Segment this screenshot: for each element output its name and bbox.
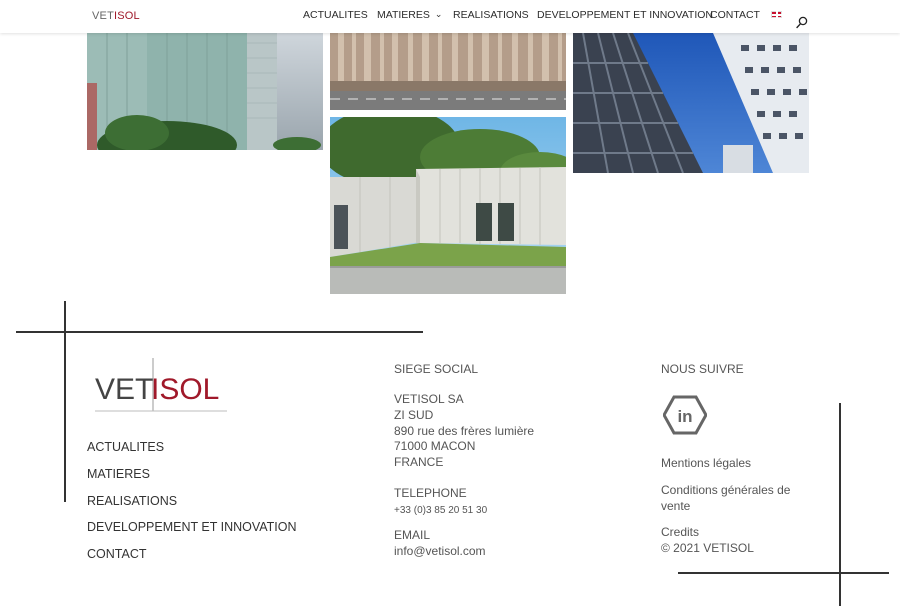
white-panel-pavilion[interactable]: [330, 117, 566, 294]
footer-link-developpement[interactable]: DEVELOPPEMENT ET INNOVATION: [87, 519, 297, 535]
mentions-legales-link[interactable]: Mentions légales: [661, 455, 751, 471]
footer-link-contact[interactable]: CONTACT: [87, 546, 147, 562]
nav-developpement[interactable]: DEVELOPPEMENT ET INNOVATION: [537, 9, 713, 22]
decorative-vertical-line-right: [839, 403, 841, 606]
nav-realisations[interactable]: REALISATIONS: [453, 9, 529, 22]
header-logo-part2: ISOL: [114, 10, 140, 22]
siege-address-line1: ZI SUD: [394, 408, 434, 422]
siege-heading: SIEGE SOCIAL: [394, 362, 479, 376]
nav-contact[interactable]: CONTACT: [710, 9, 760, 22]
tall-green-facade-building[interactable]: [87, 33, 323, 150]
site-header: VETISOL ACTUALITES MATIERES ⌄ REALISATION…: [0, 0, 900, 33]
nav-matieres[interactable]: MATIERES ⌄: [377, 9, 442, 22]
copyright-text: © 2021 VETISOL: [661, 541, 754, 555]
footer-link-matieres[interactable]: MATIERES: [87, 466, 150, 482]
footer-logo-part1: VET: [95, 373, 153, 406]
phone-label: TELEPHONE: [394, 486, 467, 500]
nav-actualites[interactable]: ACTUALITES: [303, 9, 368, 22]
header-logo[interactable]: VETISOL: [92, 9, 140, 23]
follow-heading: NOUS SUIVRE: [661, 362, 744, 376]
decorative-horizontal-line-top: [16, 331, 423, 333]
decorative-horizontal-line-bottom: [678, 572, 889, 574]
phone-number[interactable]: +33 (0)3 85 20 51 30: [394, 503, 487, 519]
siege-address-line4: FRANCE: [394, 455, 444, 469]
search-icon[interactable]: [796, 16, 808, 29]
footer-link-actualites[interactable]: ACTUALITES: [87, 439, 164, 455]
nav-matieres-label: MATIERES: [377, 9, 430, 21]
linkedin-icon[interactable]: in: [663, 395, 707, 435]
footer-logo-part2: ISOL: [151, 373, 219, 406]
footer-link-realisations[interactable]: REALISATIONS: [87, 493, 177, 509]
linkedin-icon-text: in: [677, 407, 692, 426]
modern-grid-tower[interactable]: [573, 33, 809, 173]
cgv-link[interactable]: Conditions générales de vente: [661, 482, 801, 514]
siege-address-line2: 890 rue des frères lumière: [394, 424, 535, 438]
chevron-down-icon: ⌄: [434, 9, 443, 19]
english-flag-icon[interactable]: [771, 11, 783, 18]
striped-facade-building[interactable]: [330, 33, 566, 110]
footer-logo[interactable]: VET ISOL: [95, 356, 227, 414]
header-logo-part1: VET: [92, 10, 114, 22]
credits-link[interactable]: Credits: [661, 524, 699, 540]
email-address[interactable]: info@vetisol.com: [394, 543, 486, 559]
siege-address-line3: 71000 MACON: [394, 439, 476, 453]
siege-company: VETISOL SA: [394, 392, 464, 406]
email-label: EMAIL: [394, 528, 431, 542]
